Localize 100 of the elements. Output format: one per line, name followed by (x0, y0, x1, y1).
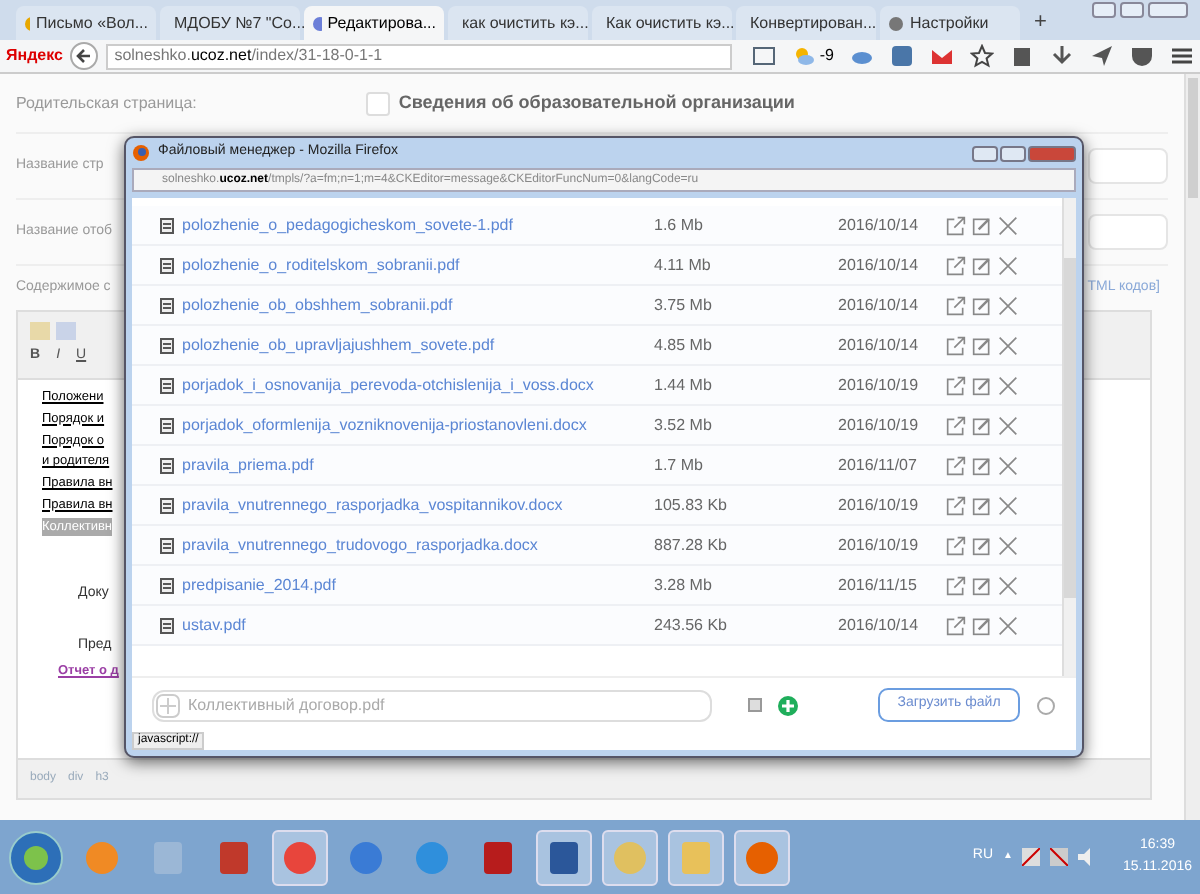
file-name-link[interactable]: porjadok_oformlenija_vozniknovenija-priostanovleni.docx (182, 413, 654, 437)
open-external-icon[interactable] (946, 215, 966, 235)
minimize-button[interactable] (1092, 2, 1116, 18)
close-button[interactable] (1028, 145, 1076, 161)
download-icon[interactable] (1050, 44, 1074, 68)
maximize-button[interactable] (1120, 2, 1144, 18)
mail-icon[interactable] (930, 44, 954, 68)
menu-icon[interactable] (1170, 44, 1194, 68)
close-icon[interactable] (998, 535, 1018, 555)
scrollbar[interactable] (1062, 198, 1076, 676)
new-tab-button[interactable]: + (1024, 6, 1057, 40)
browser-tab[interactable]: Настройки (880, 6, 1020, 40)
browser-tab[interactable]: Как очистить кэ... (592, 6, 732, 40)
file-name-link[interactable]: pravila_priema.pdf (182, 453, 654, 477)
back-arrow-icon (76, 48, 93, 64)
file-name-link[interactable]: porjadok_i_osnovanija_perevoda-otchislenija_i_voss.docx (182, 373, 654, 397)
close-icon[interactable] (998, 215, 1018, 235)
file-name-link[interactable]: polozhenie_o_roditelskom_sobranii.pdf (182, 253, 654, 277)
file-name-link[interactable]: pravila_vnutrennego_trudovogo_rasporjadka.docx (182, 533, 654, 557)
minimize-button[interactable] (972, 145, 998, 161)
file-name-link[interactable]: predpisanie_2014.pdf (182, 573, 654, 597)
add-icon[interactable] (778, 695, 798, 715)
file-date: 2016/11/15 (838, 573, 919, 597)
file-icon (160, 217, 174, 233)
browser-tab[interactable]: Редактирова... (304, 6, 444, 40)
edit-icon[interactable] (972, 375, 992, 395)
browser-tab[interactable]: МДОБУ №7 "Со... (160, 6, 300, 40)
file-size: 4.85 Mb (654, 333, 714, 357)
text-field[interactable] (1088, 148, 1168, 184)
start-button[interactable] (8, 829, 64, 885)
open-external-icon[interactable] (946, 335, 966, 355)
file-icon (160, 417, 174, 433)
flag-icon[interactable] (1022, 848, 1041, 866)
edit-icon[interactable] (972, 255, 992, 275)
close-icon[interactable] (998, 415, 1018, 435)
open-external-icon[interactable] (946, 295, 966, 315)
maximize-button[interactable] (1000, 145, 1026, 161)
open-external-icon[interactable] (946, 375, 966, 395)
text-field[interactable] (1088, 214, 1168, 250)
edit-icon[interactable] (972, 415, 992, 435)
file-date: 2016/10/19 (838, 533, 921, 557)
close-icon[interactable] (998, 455, 1018, 475)
address-bar[interactable]: solneshko.ucoz.net/index/31-18-0-1-1 (106, 43, 732, 69)
edit-icon[interactable] (972, 615, 992, 635)
open-external-icon[interactable] (946, 255, 966, 275)
edit-icon[interactable] (972, 335, 992, 355)
checkbox[interactable] (748, 698, 762, 712)
close-button[interactable] (1148, 2, 1188, 18)
file-name-link[interactable]: polozhenie_ob_upravljajushhem_sovete.pdf (182, 333, 654, 357)
file-size: 1.6 Mb (654, 213, 705, 237)
file-date: 2016/10/19 (838, 373, 921, 397)
field-label: Родительская страница: (16, 91, 197, 115)
close-icon[interactable] (998, 495, 1018, 515)
tab-favicon-icon (24, 15, 31, 31)
file-name-link[interactable]: polozhenie_ob_obshhem_sobranii.pdf (182, 293, 654, 317)
close-icon[interactable] (998, 615, 1018, 635)
taskbar-button[interactable] (536, 829, 592, 885)
file-icon (160, 337, 174, 353)
edit-icon[interactable] (972, 575, 992, 595)
browser-tab[interactable]: Письмо «Вол... (16, 6, 156, 40)
scrollbar[interactable] (1184, 74, 1200, 820)
browser-tab[interactable]: Конвертирован... (736, 6, 876, 40)
close-icon[interactable] (998, 255, 1018, 275)
file-name-link[interactable]: ustav.pdf (182, 613, 654, 637)
edit-icon[interactable] (972, 295, 992, 315)
open-external-icon[interactable] (946, 455, 966, 475)
file-size: 243.56 Kb (654, 613, 729, 637)
file-icon (160, 497, 174, 513)
file-date: 2016/10/14 (838, 213, 921, 237)
taskbar-button[interactable] (272, 829, 328, 885)
close-icon[interactable] (998, 375, 1018, 395)
close-icon[interactable] (998, 295, 1018, 315)
open-external-icon[interactable] (946, 415, 966, 435)
edit-icon[interactable] (972, 495, 992, 515)
file-size: 3.52 Mb (654, 413, 714, 437)
edit-icon[interactable] (972, 455, 992, 475)
file-name-field[interactable]: Коллективный договор.pdf (152, 689, 712, 721)
file-size: 3.75 Mb (654, 293, 714, 317)
star-icon[interactable] (970, 44, 994, 68)
open-external-icon[interactable] (946, 535, 966, 555)
send-icon[interactable] (1090, 44, 1114, 68)
close-icon[interactable] (998, 335, 1018, 355)
file-name-link[interactable]: polozhenie_o_pedagogicheskom_sovete-1.pdf (182, 213, 654, 237)
open-external-icon[interactable] (946, 575, 966, 595)
edit-icon[interactable] (972, 535, 992, 555)
file-size: 105.83 Kb (654, 493, 729, 517)
close-icon[interactable] (998, 575, 1018, 595)
weather-icon[interactable] (791, 44, 816, 68)
file-name-link[interactable]: pravila_vnutrennego_rasporjadka_vospitannikov.docx (182, 493, 654, 517)
browser-tab[interactable]: как очистить кэ... (448, 6, 588, 40)
file-date: 2016/10/19 (838, 413, 921, 437)
network-icon[interactable] (1050, 848, 1069, 866)
yandex-logo[interactable]: Яндекс (6, 44, 63, 68)
open-external-icon[interactable] (946, 495, 966, 515)
edit-icon[interactable] (972, 215, 992, 235)
file-size: 1.7 Mb (654, 453, 705, 477)
open-external-icon[interactable] (946, 615, 966, 635)
taskbar-button[interactable] (734, 829, 790, 885)
back-button[interactable] (70, 42, 99, 70)
parent-page-value: Сведения об образовательной организации (398, 89, 795, 116)
